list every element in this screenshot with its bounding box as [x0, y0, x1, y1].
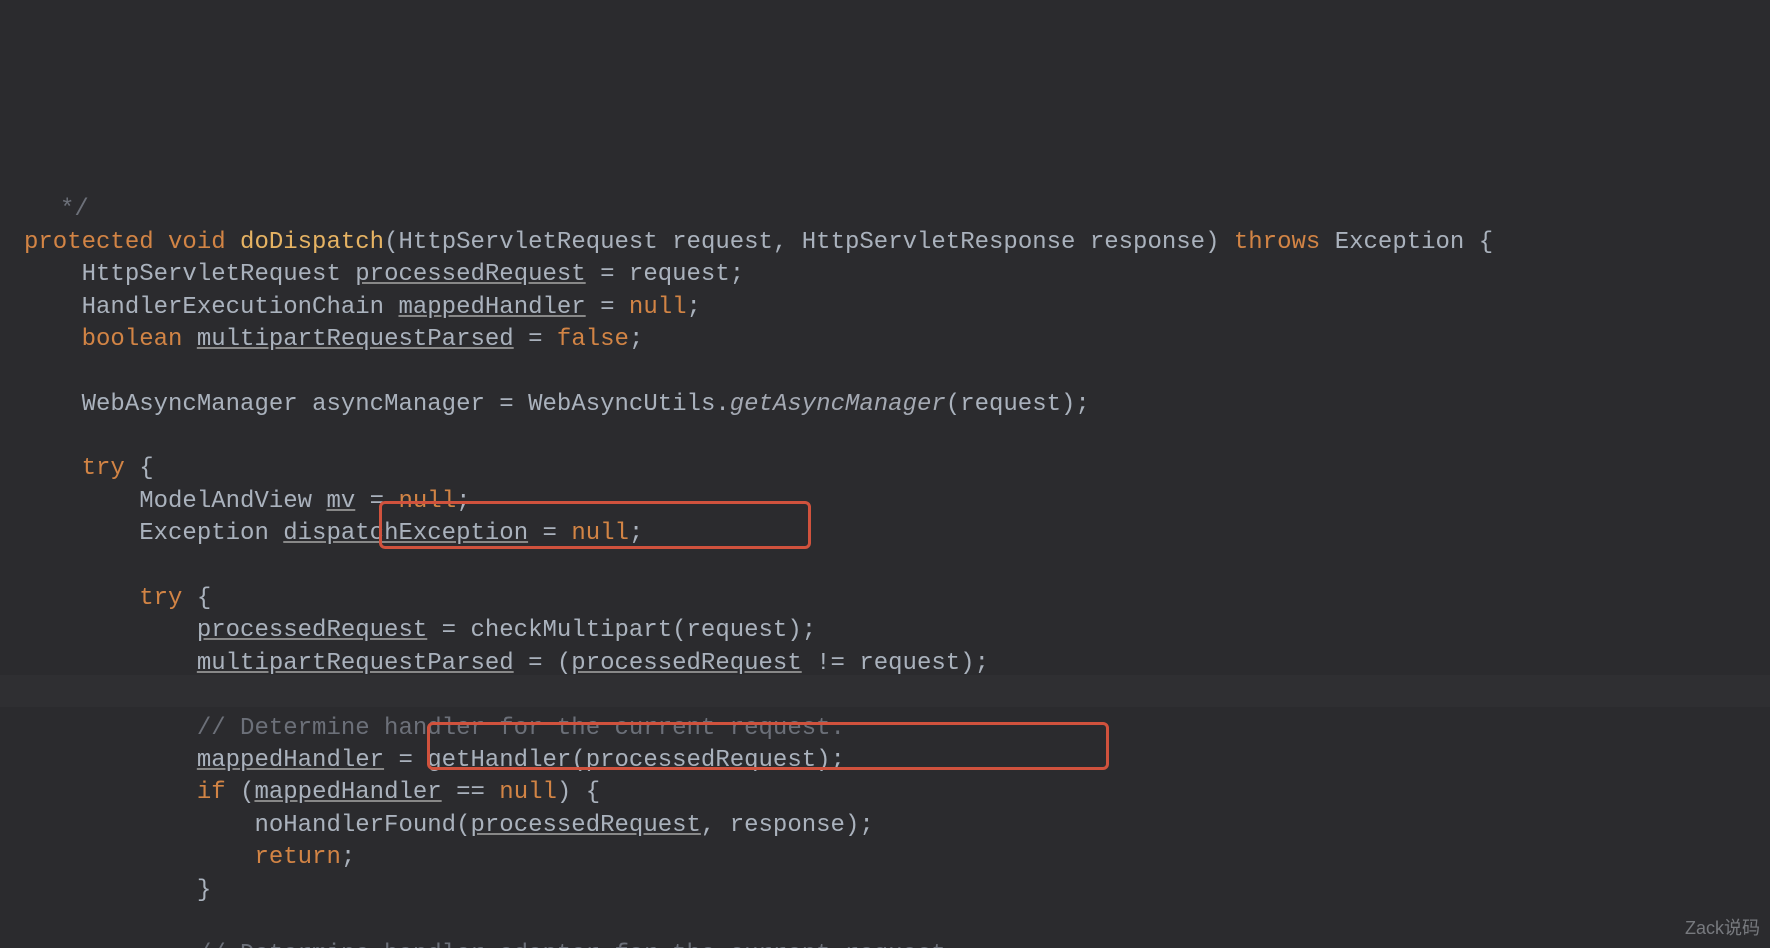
- kw-throws: throws: [1234, 229, 1320, 256]
- code-editor: */ protected void doDispatch(HttpServlet…: [0, 0, 1770, 948]
- comment-end: */: [24, 196, 89, 223]
- var-multipartRequestParsed: multipartRequestParsed: [197, 326, 514, 353]
- comment-adapter: // Determine handler adapter for the cur…: [197, 941, 960, 948]
- method-name: doDispatch: [240, 229, 384, 256]
- static-method-call: getAsyncManager: [730, 391, 946, 418]
- watermark-text: Zack说码: [1685, 916, 1760, 940]
- kw-void: void: [168, 229, 226, 256]
- var-mv: mv: [326, 488, 355, 515]
- kw-try-inner: try: [139, 585, 182, 612]
- kw-try: try: [82, 455, 125, 482]
- var-mappedHandler: mappedHandler: [398, 294, 585, 321]
- kw-boolean: boolean: [82, 326, 183, 353]
- kw-return: return: [254, 844, 340, 871]
- var-processedRequest: processedRequest: [355, 261, 585, 288]
- highlight-box-2: [427, 722, 1109, 770]
- kw-protected: protected: [24, 229, 154, 256]
- cursor-line-highlight: [0, 675, 1770, 707]
- highlight-box-1: [379, 501, 811, 549]
- kw-if: if: [197, 779, 226, 806]
